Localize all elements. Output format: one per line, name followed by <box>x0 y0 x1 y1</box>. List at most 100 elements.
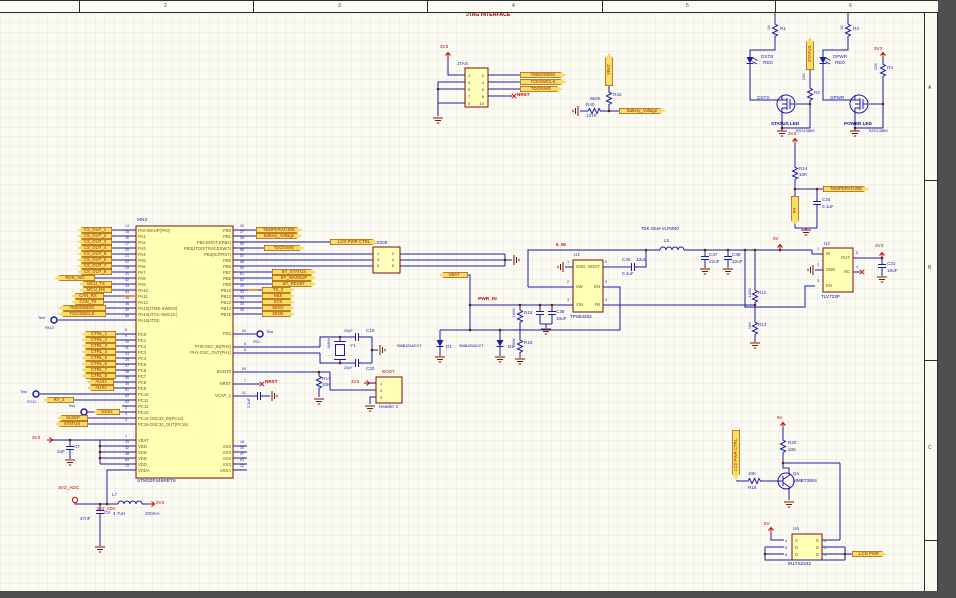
pin-number: 63 <box>240 458 244 463</box>
port-row: CS_OUT_4 <box>78 245 112 251</box>
net-port-ctrl[interactable]: CTRL_5 <box>82 355 116 361</box>
r1-value: 1K <box>766 25 771 30</box>
net-port-spi[interactable]: SCK <box>262 299 294 305</box>
pin-number: 50 <box>125 314 129 319</box>
net-port-nss2[interactable]: NSS2 <box>94 409 120 415</box>
net-port-lcd-pwr-ctrl[interactable]: LCD PWR CTRL <box>330 239 378 245</box>
net-port-cs-out[interactable]: CS_OUT_3 <box>78 239 112 245</box>
u2-pin-gnd: GND <box>826 267 836 272</box>
net-port-spi[interactable]: NSS <box>262 293 294 299</box>
net-port-ctrl[interactable]: CTRL_3 <box>82 343 116 349</box>
c20-ref: C20 <box>366 366 375 371</box>
zone-tick <box>253 0 254 13</box>
u1-pin-sw: SW <box>576 284 583 289</box>
pin-number: 22 <box>125 260 129 265</box>
net-port-tck-swclk[interactable]: TCK/SWCLK <box>520 79 566 85</box>
net-port-uart[interactable]: MCU_RX <box>80 287 112 293</box>
u1-part: TPS54202 <box>570 314 592 319</box>
pin-number: 14 <box>125 224 129 229</box>
net-port-spi[interactable]: MISO <box>262 305 294 311</box>
net-port-ctrl[interactable]: CTRL_4 <box>82 349 116 355</box>
mcu-part: STM32F446RET6 <box>137 479 176 484</box>
net-port-cs-out[interactable]: CS_OUT_6 <box>78 257 112 263</box>
net-port-uart[interactable]: MCU_TX <box>80 281 112 287</box>
pin-number: 23 <box>125 266 129 271</box>
net-port-tms-swdio[interactable]: TMS/SWDIO <box>520 72 566 78</box>
net-port-status[interactable]: STATUS <box>56 421 88 427</box>
pin-number: 25 <box>125 358 129 363</box>
u2-num-4: 4 <box>856 265 859 269</box>
r4-value: 10K <box>873 63 878 71</box>
schematic-canvas[interactable]: JTAG INTERFACE JTAG 3V3 1 3 5 7 9 2 4 6 … <box>0 0 956 598</box>
zone-col-5: 5 <box>686 3 689 9</box>
u1-pin-fb: FB <box>594 302 600 307</box>
r12-value: 100K <box>747 288 752 298</box>
port-rt-vertical[interactable]: RT <box>791 196 799 224</box>
pin-number: 37 <box>125 364 129 369</box>
net-port-bt[interactable]: BT_WAKEUP <box>272 275 316 281</box>
r1-ref: R1 <box>780 26 786 31</box>
net-port-lcd-pwr[interactable]: LCD PWR <box>852 551 886 557</box>
net-port-ctrl[interactable]: CTRL_2 <box>82 337 116 343</box>
net-port-battery-voltage[interactable]: Battery_Voltage <box>619 108 665 114</box>
port-lcd-pwr-ctrl-vertical[interactable]: LCD PWR CTRL <box>732 430 740 480</box>
net-port-can[interactable]: CAN_RX <box>72 293 104 299</box>
mcu-pin-row: PA15(JTDI) 50 <box>122 314 234 323</box>
qpwr-part: BSS138BK <box>869 129 888 133</box>
r15-value: 100K <box>511 308 516 318</box>
net-port-swd[interactable]: TCK/SWCLK <box>58 311 106 317</box>
port-row: CTRL_6 <box>82 361 116 367</box>
net-port-temperature[interactable]: TEMPERATURE <box>256 227 302 233</box>
pin-number: 64 <box>125 458 129 463</box>
pin-number: 39 <box>125 376 129 381</box>
net-port-aux[interactable]: AUX1 <box>88 379 114 385</box>
net-port-can[interactable]: CAN_TX <box>72 299 104 305</box>
net-port-spi[interactable]: MOSI <box>262 311 294 317</box>
net-port-cs-out[interactable]: CS_OUT_4 <box>78 245 112 251</box>
r20-ref: R20 <box>788 440 797 445</box>
r42-ref: R42 <box>613 92 622 97</box>
pin-number: 55 <box>240 242 244 247</box>
net-port-ctrl[interactable]: CTRL_6 <box>82 361 116 367</box>
y1-freq: 8MHz <box>326 338 331 349</box>
u6-part: IRLTS2242 <box>788 561 811 566</box>
status-led-title: STATUS LED <box>771 121 800 126</box>
net-port-tdo-swo[interactable]: TDO/SWO <box>264 245 304 251</box>
pin-num-nrst: 7 <box>243 378 246 383</box>
net-port-tdo-swo[interactable]: TDO/SWO <box>520 86 562 92</box>
port-row: TMS/SWDIO <box>58 305 106 311</box>
pin-number: 35 <box>240 302 244 307</box>
adc-port-label: 3V3_ADC <box>58 486 80 491</box>
testpoint-pa15: PA15 <box>45 326 55 330</box>
net-port-cs-out[interactable]: CS_OUT_7 <box>78 263 112 269</box>
net-port-bt[interactable]: BT_RESET <box>272 281 316 287</box>
net-port-ctrl[interactable]: CTRL_1 <box>82 331 116 337</box>
net-port-bt[interactable]: BT_STATUS <box>272 269 316 275</box>
net-port-ctrl[interactable]: CTRL_8 <box>82 373 116 379</box>
net-port-vbat[interactable]: VBAT <box>440 272 468 278</box>
power-led-pull: 3V3 <box>874 46 883 51</box>
l7-value: 4.7uH <box>113 511 126 516</box>
net-port-cs-out[interactable]: CS_OUT_5 <box>78 251 112 257</box>
port-status-vertical[interactable]: STATUS <box>806 38 814 70</box>
r3-value: 1K <box>839 25 844 30</box>
net-port-rx3[interactable]: RX_3 <box>44 397 74 403</box>
c34-ref: C34 <box>822 197 831 202</box>
net-port-swd[interactable]: TMS/SWDIO <box>58 305 106 311</box>
pin-number: 9 <box>125 334 127 339</box>
net-port-cs-out[interactable]: CS_OUT_1 <box>78 227 112 233</box>
net-port-cs-out[interactable]: CS_OUT_2 <box>78 233 112 239</box>
net-port-run-sig[interactable]: RUN_SIG <box>55 275 95 281</box>
port-vbat-vertical[interactable]: VBAT <box>605 54 613 86</box>
jtag-ref: JTAG <box>457 61 469 66</box>
net-port-aux[interactable]: AUX2 <box>88 385 114 391</box>
ldo-out-3v3: 3V3 <box>875 243 884 248</box>
net-port-ctrl[interactable]: CTRL_7 <box>82 367 116 373</box>
net-port-temperature-2[interactable]: TEMPERATURE <box>823 186 869 192</box>
jtag-title: JTAG INTERFACE <box>466 12 511 18</box>
net-port-spi[interactable]: TX_3 <box>262 287 294 293</box>
net-port-cs-out[interactable]: CS_OUT_8 <box>78 269 112 275</box>
net-port-sleep[interactable]: SLEEP <box>58 415 88 421</box>
pin-number: 38 <box>125 370 129 375</box>
net-port-battery-voltage[interactable]: Battery_Voltage <box>256 233 302 239</box>
